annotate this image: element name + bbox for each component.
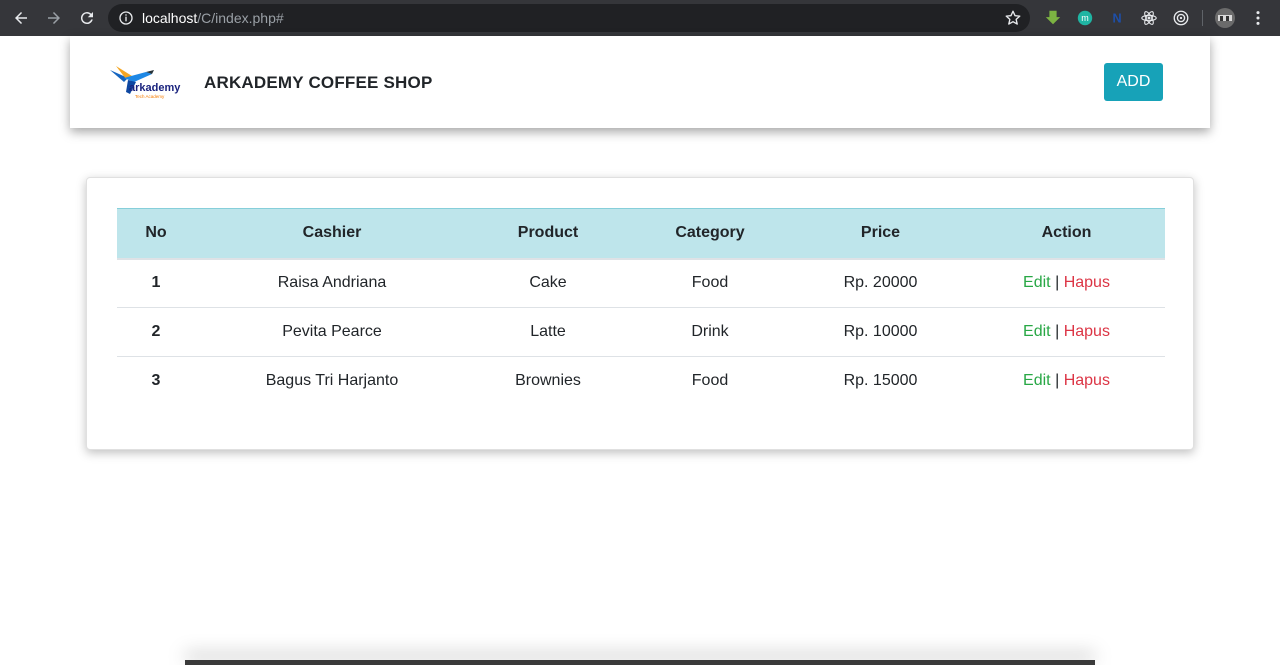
table-row: 3 Bagus Tri Harjanto Brownies Food Rp. 1… [117,357,1165,406]
profile-avatar[interactable] [1215,8,1235,28]
forward-icon[interactable] [43,7,65,29]
edit-link[interactable]: Edit [1023,323,1051,340]
cashier-cell: Raisa Andriana [195,258,469,308]
add-button[interactable]: ADD [1104,63,1163,101]
menu-icon[interactable] [1248,8,1268,28]
edit-link[interactable]: Edit [1023,274,1051,291]
browser-toolbar: localhost/C/index.php# m N [0,0,1280,36]
navbar: arkademy Tech Academy ARKADEMY COFFEE SH… [70,36,1210,128]
column-header-no: No [117,208,195,260]
bottom-overlay-edge [185,660,1095,665]
delete-link[interactable]: Hapus [1064,372,1110,389]
transactions-table: No Cashier Product Category Price Action… [117,208,1165,406]
svg-text:m: m [1081,13,1089,23]
back-icon[interactable] [10,7,32,29]
svg-text:Tech Academy: Tech Academy [135,94,165,99]
category-cell: Food [691,372,729,390]
row-number: 3 [151,372,161,390]
cashier-cell: Bagus Tri Harjanto [265,372,399,390]
delete-link[interactable]: Hapus [1064,274,1110,291]
star-icon[interactable] [1004,9,1022,27]
price-cell: Rp. 15000 [843,372,918,390]
column-header-price: Price [793,208,968,260]
react-extension-icon[interactable] [1139,8,1159,28]
n-extension-icon[interactable]: N [1107,8,1127,28]
action-separator: | [1055,372,1060,390]
table-row: 1 Raisa Andriana Cake Food Rp. 20000 Edi… [117,258,1165,308]
price-cell: Rp. 20000 [793,258,968,308]
table-row: 2 Pevita Pearce Latte Drink Rp. 10000 Ed… [117,307,1165,357]
svg-text:N: N [1112,12,1121,26]
address-bar[interactable]: localhost/C/index.php# [108,4,1030,32]
column-header-product: Product [469,208,627,260]
reload-icon[interactable] [76,7,98,29]
action-separator: | [1055,323,1060,340]
category-cell: Drink [627,307,793,357]
svg-text:arkademy: arkademy [129,82,181,94]
target-extension-icon[interactable] [1171,8,1191,28]
delete-link[interactable]: Hapus [1064,323,1110,340]
action-cell: Edit | Hapus [968,258,1165,308]
column-header-category: Category [627,208,793,260]
info-icon[interactable] [118,10,134,26]
row-number: 2 [117,307,195,357]
table-header-row: No Cashier Product Category Price Action [117,208,1165,260]
download-extension-icon[interactable] [1043,8,1063,28]
action-separator: | [1055,274,1060,292]
table-card: No Cashier Product Category Price Action… [86,177,1194,450]
action-cell: Edit | Hapus [968,357,1165,406]
toolbar-divider [1202,10,1203,26]
product-cell: Cake [469,258,627,308]
cashier-cell: Pevita Pearce [195,307,469,357]
column-header-cashier: Cashier [195,208,469,260]
row-number: 1 [117,258,195,308]
product-cell: Brownies [515,372,581,390]
category-cell: Food [627,258,793,308]
brand-title[interactable]: ARKADEMY COFFEE SHOP [204,73,433,93]
column-header-action: Action [968,208,1165,260]
product-cell: Latte [469,307,627,357]
edit-link[interactable]: Edit [1023,372,1051,389]
price-cell: Rp. 10000 [793,307,968,357]
url-text: localhost/C/index.php# [142,10,284,26]
m-extension-icon[interactable]: m [1075,8,1095,28]
action-cell: Edit | Hapus [968,307,1165,357]
arkademy-logo[interactable]: arkademy Tech Academy [106,64,188,102]
